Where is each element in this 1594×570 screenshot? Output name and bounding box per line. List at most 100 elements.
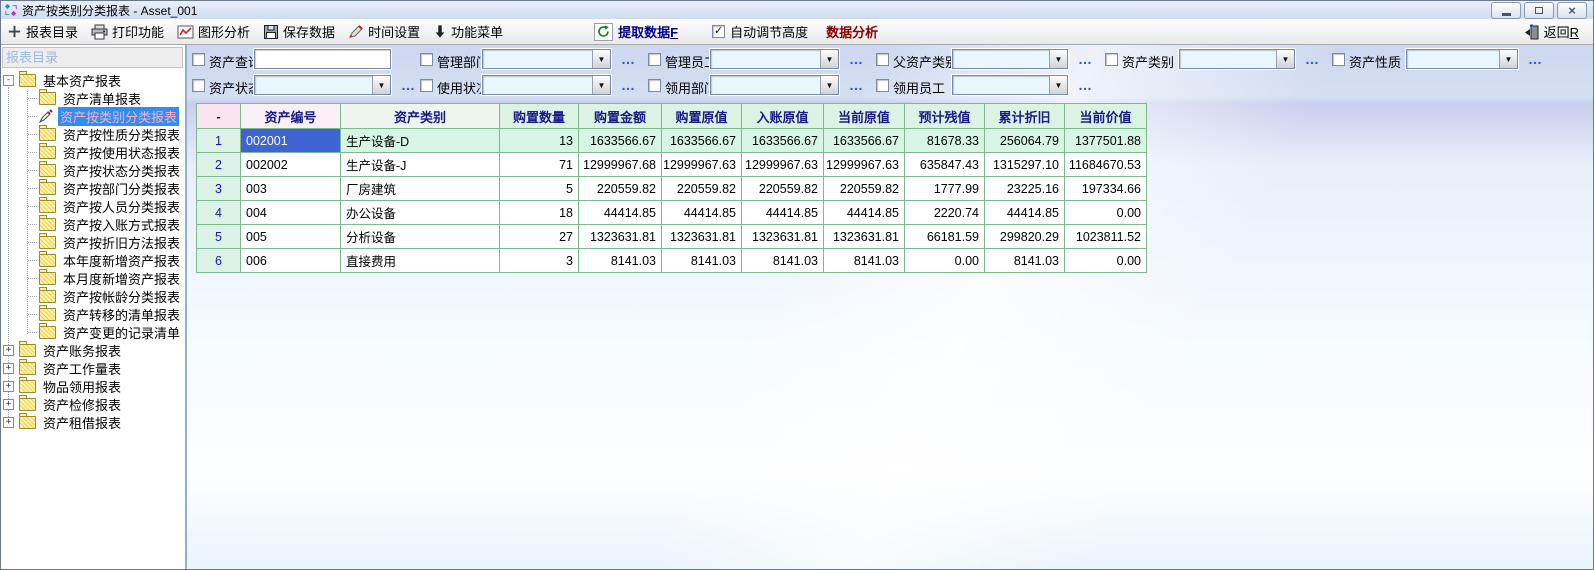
dropdown-arrow-icon[interactable]: ▼: [1049, 50, 1067, 68]
column-header[interactable]: -: [197, 104, 241, 129]
table-cell[interactable]: 厂房建筑: [341, 177, 500, 201]
asset-category-more-button[interactable]: …: [1305, 54, 1320, 64]
sidebar-item[interactable]: 资产按部门分类报表: [1, 179, 185, 197]
table-cell[interactable]: 18: [500, 201, 579, 225]
close-button[interactable]: ×: [1557, 2, 1587, 19]
sidebar-item[interactable]: 资产变更的记录清单: [1, 323, 185, 341]
sidebar-item[interactable]: 资产按人员分类报表: [1, 197, 185, 215]
parent-asset-category-select[interactable]: ▼: [952, 49, 1068, 69]
table-cell[interactable]: 生产设备-J: [341, 153, 500, 177]
table-cell[interactable]: 8141.03: [824, 249, 905, 273]
expand-icon[interactable]: +: [3, 345, 14, 356]
manage-staff-more-button[interactable]: …: [849, 54, 864, 64]
usage-status-checkbox[interactable]: [420, 79, 433, 92]
sidebar-item[interactable]: 资产按状态分类报表: [1, 161, 185, 179]
table-cell[interactable]: 220559.82: [662, 177, 742, 201]
manage-staff-select[interactable]: ▼: [710, 49, 839, 69]
table-cell[interactable]: 11684670.53: [1065, 153, 1147, 177]
table-cell[interactable]: 1633566.67: [824, 129, 905, 153]
table-cell[interactable]: 44414.85: [824, 201, 905, 225]
table-cell[interactable]: 办公设备: [341, 201, 500, 225]
expand-icon[interactable]: +: [3, 381, 14, 392]
table-cell[interactable]: 66181.59: [905, 225, 985, 249]
table-cell[interactable]: 1323631.81: [824, 225, 905, 249]
dropdown-arrow-icon[interactable]: ▼: [592, 76, 610, 94]
table-cell[interactable]: 1315297.10: [985, 153, 1065, 177]
sidebar-group[interactable]: +物品领用报表: [1, 377, 185, 395]
table-cell[interactable]: 8141.03: [579, 249, 662, 273]
column-header[interactable]: 购置原值: [662, 104, 742, 129]
sidebar-item[interactable]: 本月度新增资产报表: [1, 269, 185, 287]
table-cell[interactable]: 220559.82: [579, 177, 662, 201]
dropdown-arrow-icon[interactable]: ▼: [1499, 50, 1517, 68]
sidebar-group[interactable]: +资产工作量表: [1, 359, 185, 377]
asset-query-checkbox[interactable]: [192, 53, 205, 66]
asset-nature-checkbox[interactable]: [1332, 53, 1345, 66]
sidebar-group[interactable]: +资产账务报表: [1, 341, 185, 359]
column-header[interactable]: 当前价值: [1065, 104, 1147, 129]
receive-dept-checkbox[interactable]: [648, 79, 661, 92]
sidebar-item[interactable]: 资产按帐龄分类报表: [1, 287, 185, 305]
dropdown-arrow-icon[interactable]: ▼: [1049, 76, 1067, 94]
table-cell[interactable]: 23225.16: [985, 177, 1065, 201]
parent-asset-category-checkbox[interactable]: [876, 53, 889, 66]
table-cell[interactable]: 1633566.67: [662, 129, 742, 153]
restore-button[interactable]: [1524, 2, 1554, 19]
table-cell[interactable]: 006: [241, 249, 341, 273]
expand-icon[interactable]: +: [3, 417, 14, 428]
sidebar-item[interactable]: 资产按性质分类报表: [1, 125, 185, 143]
row-number[interactable]: 6: [197, 249, 241, 273]
table-cell[interactable]: 002002: [241, 153, 341, 177]
table-cell[interactable]: 635847.43: [905, 153, 985, 177]
table-cell[interactable]: 0.00: [1065, 249, 1147, 273]
table-cell[interactable]: 直接费用: [341, 249, 500, 273]
row-number[interactable]: 3: [197, 177, 241, 201]
sidebar-item[interactable]: 资产转移的清单报表: [1, 305, 185, 323]
table-cell[interactable]: 1023811.52: [1065, 225, 1147, 249]
asset-category-select[interactable]: ▼: [1179, 49, 1295, 69]
auto-height-toggle[interactable]: ✓ 自动调节高度: [712, 22, 808, 41]
table-cell[interactable]: 2220.74: [905, 201, 985, 225]
usage-status-select[interactable]: ▼: [482, 75, 611, 95]
usage-status-more-button[interactable]: …: [621, 80, 636, 90]
sidebar-group[interactable]: +资产租借报表: [1, 413, 185, 431]
function-menu-button[interactable]: 功能菜单: [433, 22, 503, 41]
column-header[interactable]: 预计残值: [905, 104, 985, 129]
table-cell[interactable]: 220559.82: [824, 177, 905, 201]
table-cell[interactable]: 1323631.81: [742, 225, 824, 249]
sidebar-group[interactable]: +资产检修报表: [1, 395, 185, 413]
minimize-button[interactable]: [1491, 2, 1521, 19]
asset-nature-more-button[interactable]: …: [1528, 54, 1543, 64]
table-cell[interactable]: 27: [500, 225, 579, 249]
sidebar-root-item[interactable]: - 基本资产报表: [1, 71, 185, 89]
receive-staff-checkbox[interactable]: [876, 79, 889, 92]
print-button[interactable]: 打印功能: [91, 22, 164, 41]
extract-data-button[interactable]: 提取数据F: [594, 22, 678, 41]
column-header[interactable]: 累计折旧: [985, 104, 1065, 129]
column-header[interactable]: 资产编号: [241, 104, 341, 129]
column-header[interactable]: 入账原值: [742, 104, 824, 129]
sidebar-item[interactable]: 资产按使用状态报表: [1, 143, 185, 161]
dropdown-arrow-icon[interactable]: ▼: [820, 50, 838, 68]
table-cell[interactable]: 1633566.67: [579, 129, 662, 153]
table-cell[interactable]: 8141.03: [985, 249, 1065, 273]
table-cell[interactable]: 8141.03: [742, 249, 824, 273]
asset-status-select[interactable]: ▼: [254, 75, 391, 95]
table-cell[interactable]: 13: [500, 129, 579, 153]
time-settings-button[interactable]: 时间设置: [348, 22, 420, 41]
column-header[interactable]: 购置数量: [500, 104, 579, 129]
table-cell[interactable]: 1633566.67: [742, 129, 824, 153]
table-cell[interactable]: 12999967.63: [742, 153, 824, 177]
table-cell[interactable]: 81678.33: [905, 129, 985, 153]
save-data-button[interactable]: 保存数据: [263, 22, 335, 41]
sidebar-item[interactable]: 资产按折旧方法报表: [1, 233, 185, 251]
column-header[interactable]: 购置金额: [579, 104, 662, 129]
table-cell[interactable]: 71: [500, 153, 579, 177]
receive-dept-more-button[interactable]: …: [849, 80, 864, 90]
table-cell[interactable]: 1777.99: [905, 177, 985, 201]
auto-height-checkbox[interactable]: ✓: [712, 25, 725, 38]
table-cell[interactable]: 8141.03: [662, 249, 742, 273]
table-cell[interactable]: 生产设备-D: [341, 129, 500, 153]
table-cell[interactable]: 分析设备: [341, 225, 500, 249]
table-cell[interactable]: 3: [500, 249, 579, 273]
